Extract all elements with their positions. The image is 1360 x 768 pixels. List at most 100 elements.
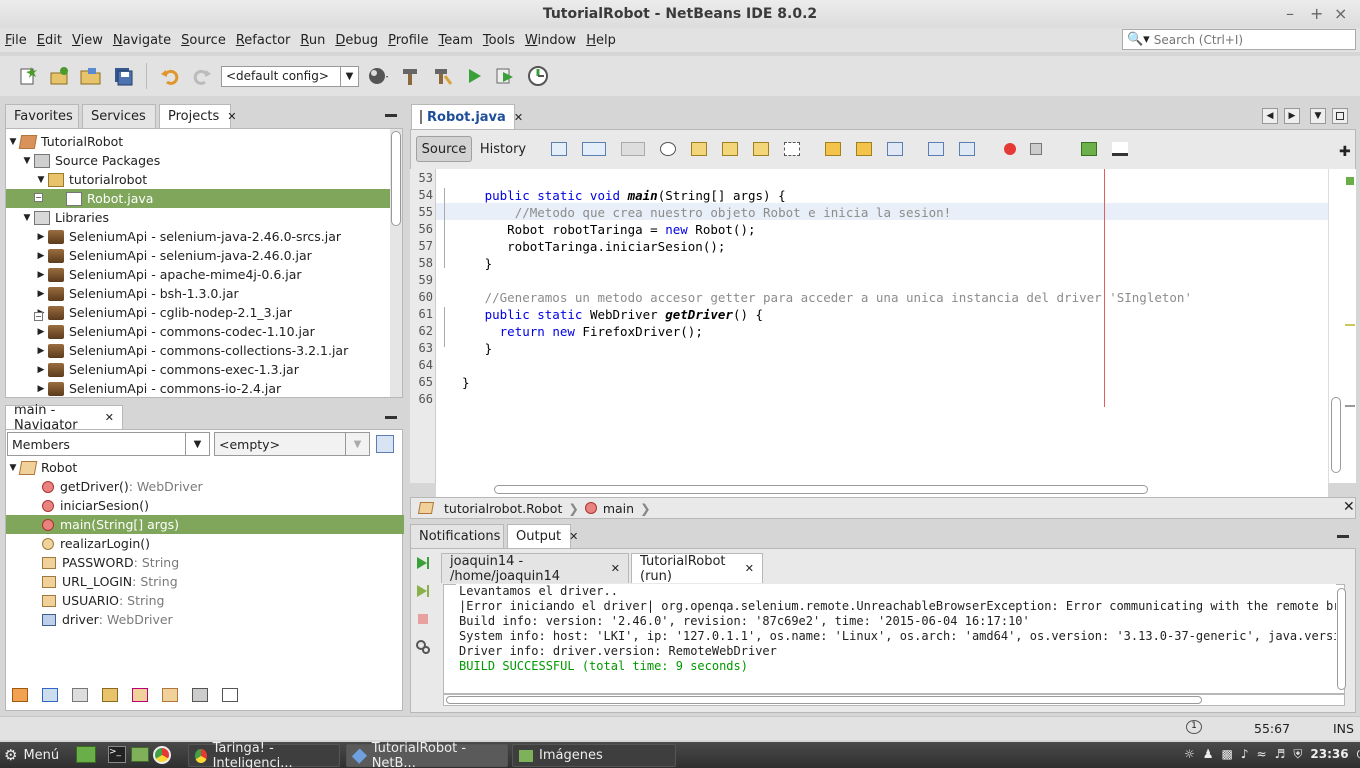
show-inherited-icon[interactable] bbox=[12, 688, 28, 702]
menu-item[interactable]: Profile bbox=[383, 33, 433, 48]
navigator-member[interactable]: getDriver() : WebDriver bbox=[6, 477, 404, 496]
tree-jar[interactable]: ▶ SeleniumApi - commons-exec-1.3.jar bbox=[34, 360, 299, 379]
minimize-panel-icon[interactable] bbox=[385, 416, 397, 419]
next-bookmark-icon[interactable] bbox=[856, 142, 872, 156]
chevron-right-icon[interactable]: ▶ bbox=[34, 365, 48, 375]
tab-favorites[interactable]: Favorites bbox=[5, 104, 79, 128]
shift-right-icon[interactable] bbox=[959, 142, 975, 156]
menu-item[interactable]: Refactor bbox=[231, 33, 296, 48]
search-input[interactable] bbox=[1153, 32, 1354, 47]
uncomment-icon[interactable] bbox=[1112, 142, 1128, 156]
tree-package[interactable]: ▼ tutorialrobot bbox=[34, 170, 148, 189]
chevron-right-icon[interactable]: ▶ bbox=[34, 232, 48, 242]
show-desktop-icon[interactable] bbox=[76, 746, 96, 763]
menu-item[interactable]: Source bbox=[176, 33, 231, 48]
chevron-right-icon[interactable]: ▶ bbox=[34, 251, 48, 261]
menu-item[interactable]: Window bbox=[520, 33, 581, 48]
tree-jar[interactable]: ▶ SeleniumApi - commons-io-2.4.jar bbox=[34, 379, 282, 398]
notifications-icon[interactable]: 1 bbox=[1186, 720, 1202, 734]
chevron-right-icon[interactable]: ▶ bbox=[34, 346, 48, 356]
projects-scrollbar[interactable] bbox=[390, 129, 402, 397]
menu-item[interactable]: Help bbox=[581, 33, 621, 48]
tree-source-packages[interactable]: ▼ Source Packages bbox=[20, 151, 161, 170]
fold-icon[interactable]: − bbox=[34, 312, 43, 321]
code-line[interactable]: robotTaringa.iniciarSesion(); bbox=[462, 239, 725, 254]
navigator-member[interactable]: URL_LOGIN : String bbox=[6, 572, 404, 591]
tab-robot-java[interactable]: Robot.java ✕ bbox=[411, 104, 523, 129]
close-icon[interactable]: ✕ bbox=[514, 111, 523, 124]
files-icon[interactable] bbox=[131, 747, 149, 762]
tree-libraries[interactable]: ▼ Libraries bbox=[20, 208, 109, 227]
terminal-icon[interactable]: >_ bbox=[108, 746, 126, 763]
history-button[interactable]: History bbox=[477, 136, 529, 162]
tab-output[interactable]: Output ✕ bbox=[507, 524, 578, 548]
members-filter-select[interactable]: Members ▼ bbox=[7, 432, 210, 456]
tab-notifications[interactable]: Notifications bbox=[410, 524, 504, 548]
close-icon[interactable]: ✕ bbox=[611, 562, 620, 575]
chevron-right-icon[interactable]: ▶ bbox=[34, 270, 48, 280]
chevron-right-icon[interactable]: ▶ bbox=[34, 289, 48, 299]
search-box[interactable]: 🔍▾ bbox=[1122, 29, 1356, 50]
find-selection-icon[interactable] bbox=[660, 142, 676, 156]
code-line[interactable]: } bbox=[462, 375, 470, 390]
chevron-down-icon[interactable]: ▼ bbox=[345, 433, 369, 455]
scroll-right-icon[interactable]: ▶ bbox=[1284, 108, 1300, 124]
tree-jar[interactable]: ▶ SeleniumApi - commons-codec-1.10.jar bbox=[34, 322, 315, 341]
toggle-rectangular-selection-icon[interactable] bbox=[784, 142, 800, 156]
code-line[interactable]: return new FirefoxDriver(); bbox=[462, 324, 703, 339]
tree-jar[interactable]: ▶ SeleniumApi - commons-collections-3.2.1… bbox=[34, 341, 349, 360]
minimize-panel-icon[interactable] bbox=[385, 114, 397, 117]
menu-item[interactable]: Debug bbox=[330, 33, 383, 48]
save-all-icon[interactable] bbox=[110, 63, 136, 89]
maximize-editor-icon[interactable] bbox=[1332, 108, 1348, 124]
menu-item[interactable]: Run bbox=[295, 33, 330, 48]
chevron-right-icon[interactable]: ▶ bbox=[34, 384, 48, 394]
close-icon[interactable]: ✕ bbox=[105, 411, 114, 424]
show-opened-documents-icon[interactable]: ▼ bbox=[1310, 108, 1326, 124]
rerun-icon[interactable] bbox=[415, 555, 431, 571]
clipboard-icon[interactable]: ▩ bbox=[1222, 747, 1233, 762]
code-line[interactable]: } bbox=[462, 341, 493, 356]
chrome-icon[interactable] bbox=[153, 746, 171, 764]
navigator-member[interactable]: realizarLogin() bbox=[6, 534, 404, 553]
output-tab-run[interactable]: TutorialRobot (run) ✕ bbox=[631, 553, 763, 584]
stop-macro-icon[interactable] bbox=[1030, 143, 1042, 155]
task-imagenes[interactable]: Imágenes bbox=[512, 744, 676, 767]
maximize-button[interactable]: + bbox=[1310, 4, 1323, 23]
last-edit-icon[interactable] bbox=[551, 142, 567, 156]
navigator-root[interactable]: ▼ Robot bbox=[6, 458, 78, 477]
previous-bookmark-icon[interactable] bbox=[825, 142, 841, 156]
tab-services[interactable]: Services bbox=[82, 104, 156, 128]
chevron-down-icon[interactable]: ▼ bbox=[340, 66, 358, 86]
shift-left-icon[interactable] bbox=[928, 142, 944, 156]
tree-jar[interactable]: ▶ SeleniumApi - apache-mime4j-0.6.jar bbox=[34, 265, 302, 284]
code-line[interactable]: public static WebDriver getDriver() { bbox=[462, 307, 763, 322]
user-icon[interactable]: ♟ bbox=[1203, 747, 1214, 762]
editor-horizontal-scrollbar[interactable] bbox=[436, 483, 1328, 497]
menu-item[interactable]: View bbox=[67, 33, 108, 48]
source-button[interactable]: Source bbox=[416, 136, 472, 162]
tab-projects[interactable]: Projects ✕ bbox=[159, 104, 236, 128]
settings-icon[interactable] bbox=[415, 639, 431, 655]
menu-item[interactable]: File bbox=[0, 33, 32, 48]
output-horizontal-scrollbar[interactable] bbox=[443, 694, 1345, 706]
tree-jar[interactable]: ▶ SeleniumApi - bsh-1.3.0.jar bbox=[34, 284, 239, 303]
code-line[interactable]: public static void main(String[] args) { bbox=[462, 188, 786, 203]
sort-by-name-icon[interactable] bbox=[192, 688, 208, 702]
code-line[interactable]: Robot robotTaringa = new Robot(); bbox=[462, 222, 755, 237]
menu-item[interactable]: Edit bbox=[32, 33, 67, 48]
navigator-member[interactable]: iniciarSesion() bbox=[6, 496, 404, 515]
code-line[interactable]: //Metodo que crea nuestro objeto Robot e… bbox=[462, 205, 952, 220]
show-static-icon[interactable] bbox=[72, 688, 88, 702]
breadcrumb-class[interactable]: tutorialrobot.Robot bbox=[444, 501, 562, 516]
close-icon[interactable]: ✕ bbox=[1343, 499, 1355, 515]
chevron-right-icon[interactable]: ▶ bbox=[34, 327, 48, 337]
clock[interactable]: 23:36 bbox=[1310, 747, 1348, 762]
navigator-scope-select[interactable]: <empty> ▼ bbox=[214, 432, 370, 456]
navigator-member[interactable]: USUARIO : String bbox=[6, 591, 404, 610]
wifi-icon[interactable]: ≈ bbox=[1257, 747, 1267, 762]
close-icon[interactable]: ✕ bbox=[569, 530, 578, 543]
task-taringa[interactable]: Taringa! - Inteligenci... bbox=[188, 741, 340, 768]
output-console[interactable]: Levantamos el driver.. |Error iniciando e… bbox=[456, 584, 1336, 691]
comment-icon[interactable] bbox=[1081, 142, 1097, 156]
